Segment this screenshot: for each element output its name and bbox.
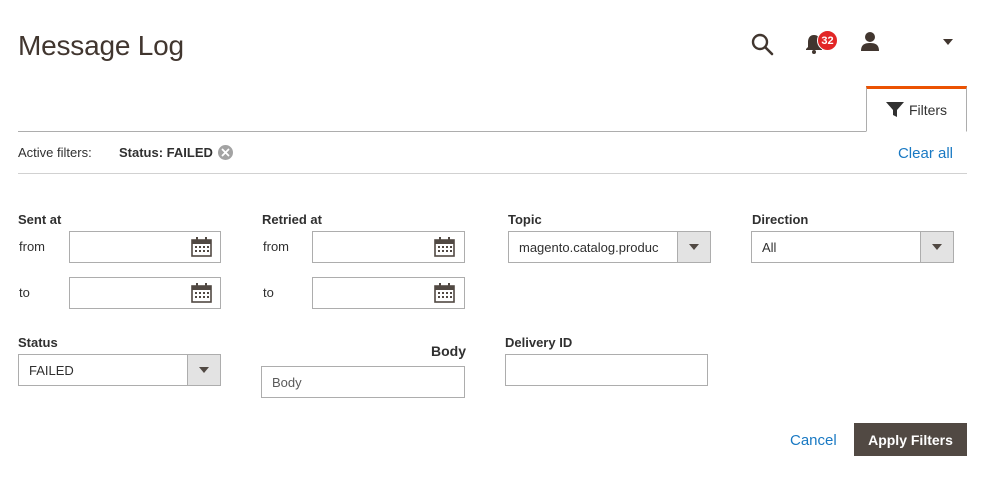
active-filters-bar: Active filters: Status: FAILED Clear all (18, 132, 967, 174)
user-icon[interactable] (860, 31, 880, 51)
page-title: Message Log (18, 30, 184, 61)
calendar-icon[interactable] (191, 237, 212, 257)
topic-label: Topic (508, 212, 542, 227)
filters-tab-label: Filters (908, 102, 948, 118)
calendar-icon[interactable] (191, 283, 212, 303)
chevron-down-icon (689, 244, 699, 250)
notifications-badge[interactable]: 32 (817, 30, 838, 51)
direction-select[interactable]: All (751, 231, 954, 263)
direction-label: Direction (752, 212, 809, 227)
sent-at-from-label: from (19, 239, 45, 254)
calendar-icon[interactable] (434, 283, 455, 303)
body-input[interactable] (261, 366, 465, 398)
body-label: Body (431, 343, 466, 359)
status-select[interactable]: FAILED (18, 354, 221, 386)
topic-select[interactable]: magento.catalog.produc (508, 231, 711, 263)
filters-tab[interactable]: Filters (866, 86, 967, 132)
search-icon[interactable] (750, 32, 774, 56)
retried-at-from-label: from (263, 239, 289, 254)
delivery-id-input[interactable] (505, 354, 708, 386)
chevron-down-icon (932, 244, 942, 250)
clear-all-link[interactable]: Clear all (898, 145, 953, 162)
status-label: Status (18, 335, 58, 350)
filter-icon (885, 102, 904, 117)
sent-at-label: Sent at (18, 212, 62, 227)
delivery-id-label: Delivery ID (505, 335, 573, 350)
chevron-down-icon (199, 367, 209, 373)
active-filters-label: Active filters: (18, 145, 92, 160)
cancel-button[interactable]: Cancel (790, 432, 837, 449)
sent-at-to-label: to (19, 285, 30, 300)
calendar-icon[interactable] (434, 237, 455, 257)
apply-filters-button[interactable]: Apply Filters (854, 423, 967, 456)
retried-at-label: Retried at (262, 212, 322, 227)
retried-at-to-label: to (263, 285, 274, 300)
caret-down-icon[interactable] (943, 39, 953, 45)
active-filter-chip: Status: FAILED (119, 145, 213, 160)
topic-selected-value: magento.catalog.produc (519, 240, 659, 255)
direction-selected-value: All (762, 240, 777, 255)
remove-filter-icon[interactable] (218, 145, 233, 160)
status-selected-value: FAILED (29, 363, 74, 378)
